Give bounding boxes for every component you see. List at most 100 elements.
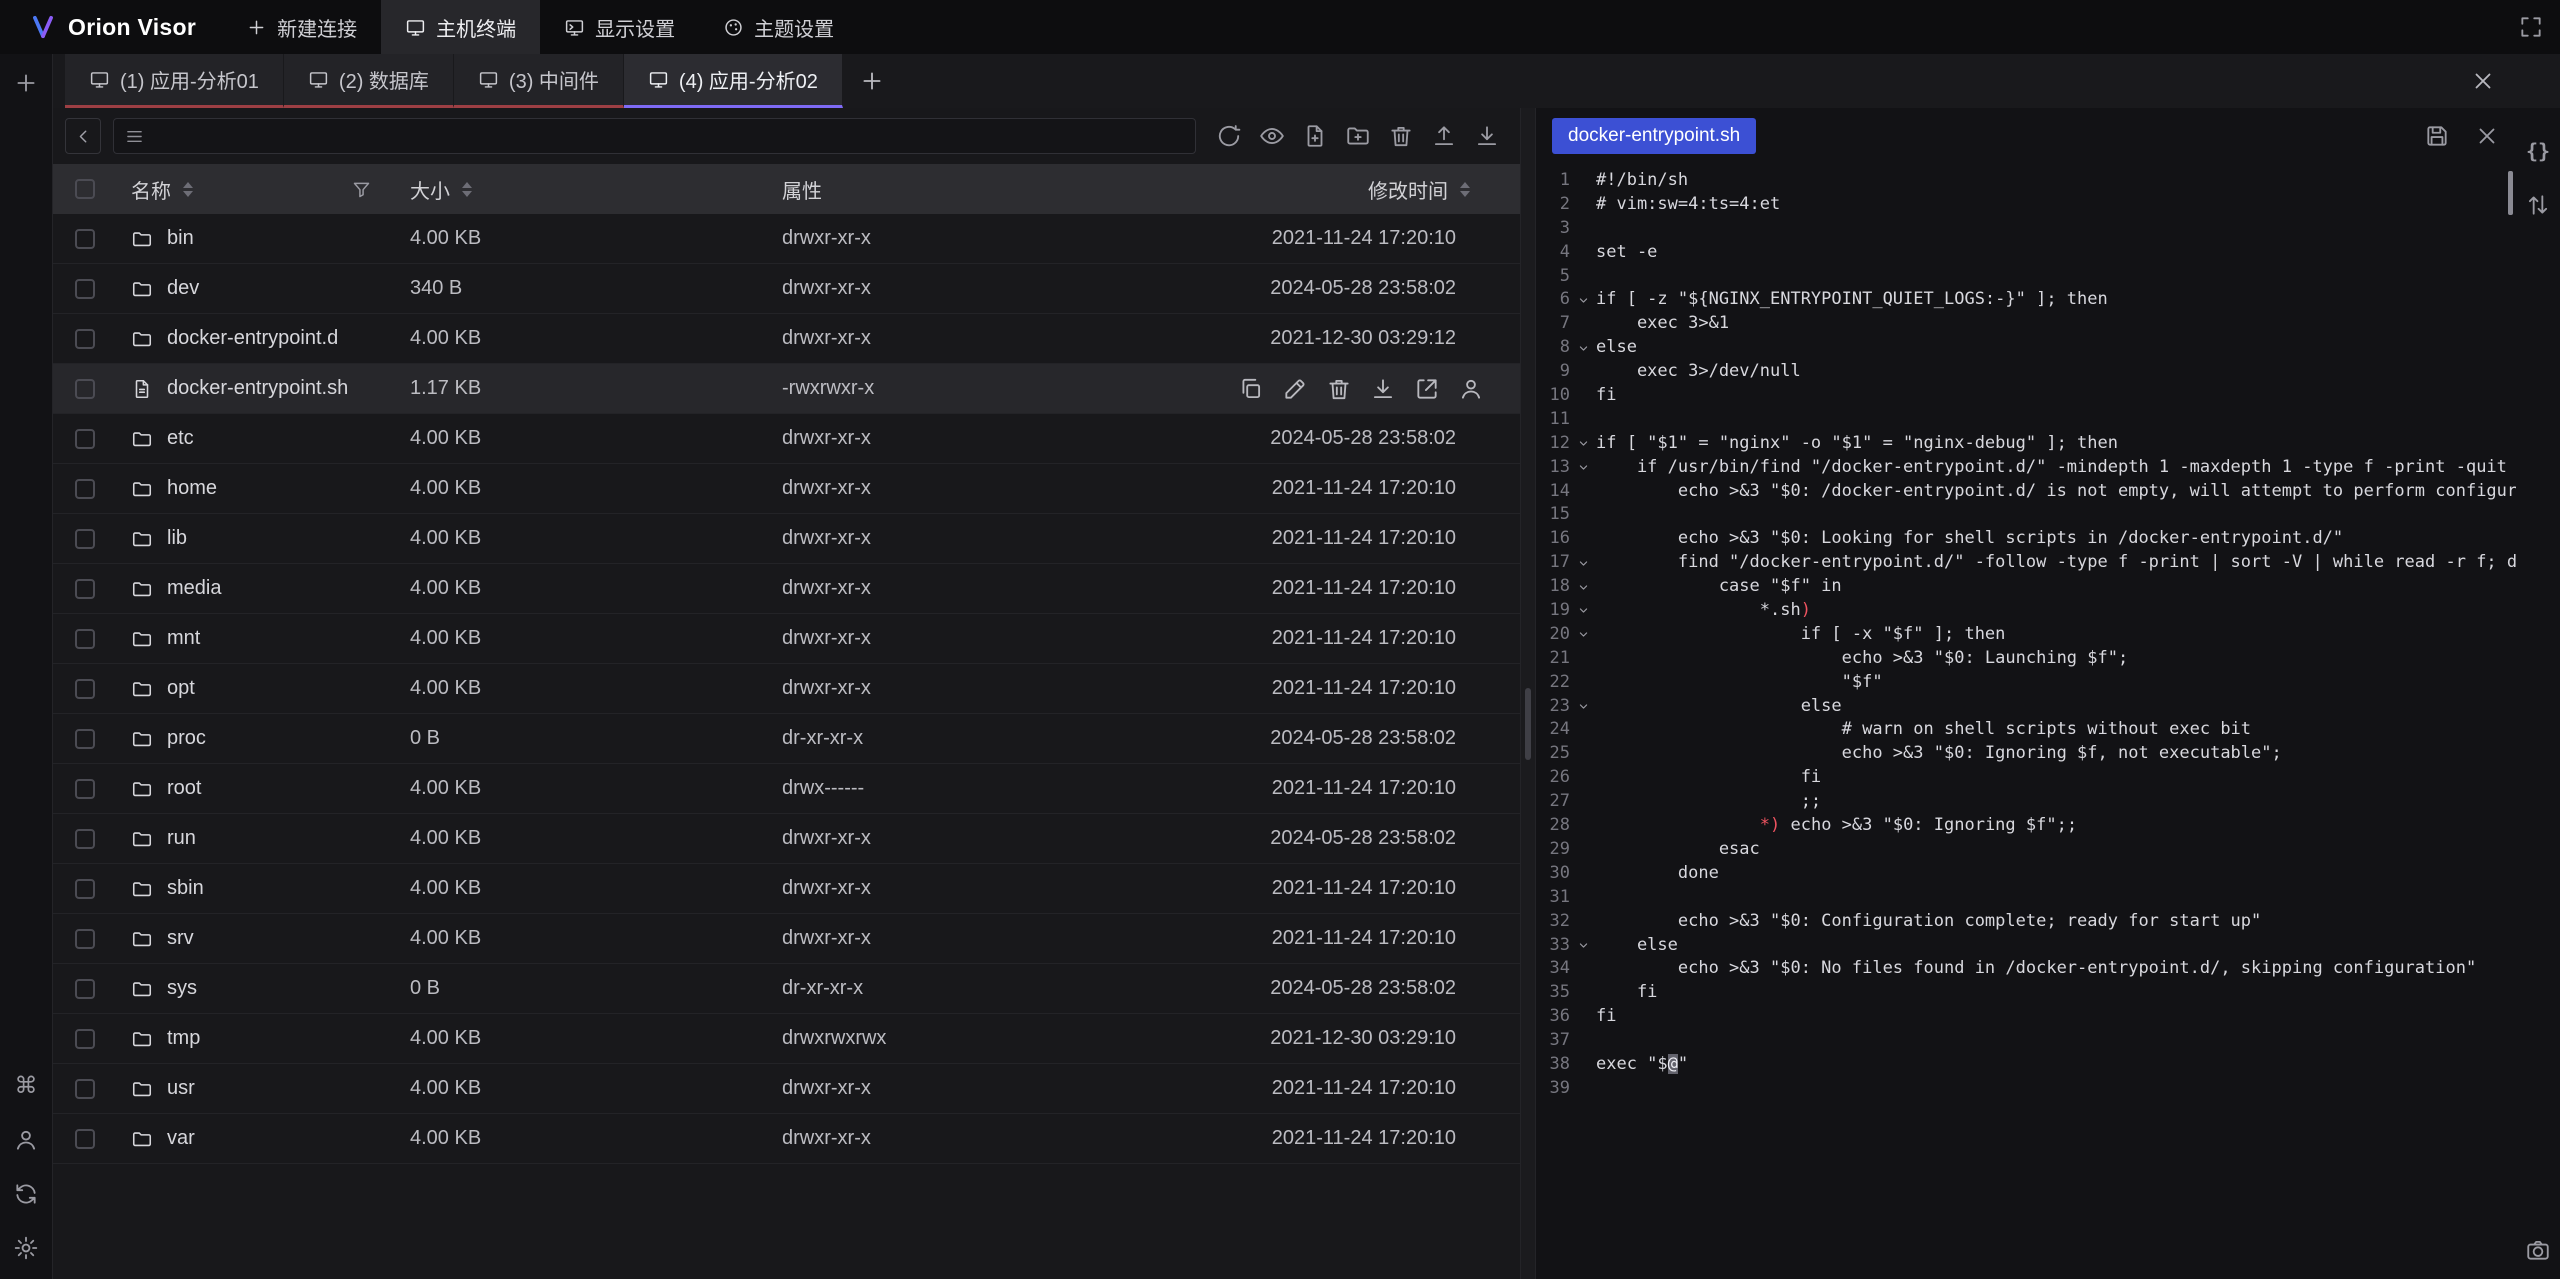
file-name[interactable]: mnt: [117, 627, 410, 650]
file-row[interactable]: run4.00 KBdrwxr-xr-x2024-05-28 23:58:02: [53, 814, 1520, 864]
file-name[interactable]: tmp: [117, 1027, 410, 1050]
row-checkbox[interactable]: [53, 779, 117, 799]
fold-chevron-icon[interactable]: [1570, 695, 1596, 719]
plus-icon[interactable]: [13, 70, 39, 96]
fold-chevron-icon[interactable]: [1570, 599, 1596, 623]
terminal-tab[interactable]: (1) 应用-分析01: [65, 54, 284, 108]
menu-item-display[interactable]: 显示设置: [540, 0, 699, 54]
row-checkbox[interactable]: [53, 679, 117, 699]
row-checkbox[interactable]: [53, 529, 117, 549]
row-checkbox[interactable]: [53, 1129, 117, 1149]
swap-icon[interactable]: [2525, 192, 2551, 218]
file-row[interactable]: dev340 Bdrwxr-xr-x2024-05-28 23:58:02: [53, 264, 1520, 314]
permission-icon[interactable]: [1458, 376, 1484, 402]
eye-icon[interactable]: [1259, 123, 1285, 149]
file-row[interactable]: sys0 Bdr-xr-xr-x2024-05-28 23:58:02: [53, 964, 1520, 1014]
edit-icon[interactable]: [1282, 376, 1308, 402]
row-checkbox[interactable]: [53, 729, 117, 749]
file-name[interactable]: home: [117, 477, 410, 500]
row-checkbox[interactable]: [53, 429, 117, 449]
path-box[interactable]: [113, 118, 1196, 154]
file-name[interactable]: var: [117, 1127, 410, 1150]
menu-item-plus[interactable]: 新建连接: [222, 0, 381, 54]
folder-plus-icon[interactable]: [1345, 123, 1371, 149]
file-name[interactable]: sys: [117, 977, 410, 1000]
file-row[interactable]: tmp4.00 KBdrwxrwxrwx2021-12-30 03:29:10: [53, 1014, 1520, 1064]
file-row[interactable]: docker-entrypoint.sh1.17 KB-rwxrwxr-x: [53, 364, 1520, 414]
command-icon[interactable]: ⌘: [13, 1073, 39, 1099]
file-row[interactable]: media4.00 KBdrwxr-xr-x2021-11-24 17:20:1…: [53, 564, 1520, 614]
save-icon[interactable]: [2424, 123, 2450, 149]
file-name[interactable]: docker-entrypoint.d: [117, 327, 410, 350]
download-icon[interactable]: [1370, 376, 1396, 402]
file-row[interactable]: sbin4.00 KBdrwxr-xr-x2021-11-24 17:20:10: [53, 864, 1520, 914]
editor-file-tab[interactable]: docker-entrypoint.sh: [1552, 118, 1756, 154]
refresh-icon[interactable]: [1216, 123, 1242, 149]
row-checkbox[interactable]: [53, 629, 117, 649]
menu-item-theme[interactable]: 主题设置: [699, 0, 858, 54]
row-checkbox[interactable]: [53, 1079, 117, 1099]
file-name[interactable]: etc: [117, 427, 410, 450]
file-row[interactable]: proc0 Bdr-xr-xr-x2024-05-28 23:58:02: [53, 714, 1520, 764]
camera-icon[interactable]: [2525, 1237, 2551, 1263]
file-row[interactable]: etc4.00 KBdrwxr-xr-x2024-05-28 23:58:02: [53, 414, 1520, 464]
back-button[interactable]: [65, 118, 101, 154]
row-checkbox[interactable]: [53, 979, 117, 999]
new-terminal-tab-button[interactable]: [859, 68, 885, 94]
file-name[interactable]: docker-entrypoint.sh: [117, 377, 410, 400]
row-checkbox[interactable]: [53, 279, 117, 299]
trash-icon[interactable]: [1326, 376, 1352, 402]
fullscreen-icon[interactable]: [2518, 14, 2544, 40]
fold-chevron-icon[interactable]: [1570, 575, 1596, 599]
file-row[interactable]: bin4.00 KBdrwxr-xr-x2021-11-24 17:20:10: [53, 214, 1520, 264]
row-checkbox[interactable]: [53, 879, 117, 899]
terminal-tab[interactable]: (4) 应用-分析02: [624, 54, 843, 108]
file-name[interactable]: bin: [117, 227, 410, 250]
filter-icon[interactable]: [351, 179, 372, 200]
file-name[interactable]: lib: [117, 527, 410, 550]
path-input[interactable]: [155, 124, 1185, 148]
panel-resize-handle[interactable]: [1520, 108, 1536, 1279]
fold-chevron-icon[interactable]: [1570, 432, 1596, 456]
file-row[interactable]: docker-entrypoint.d4.00 KBdrwxr-xr-x2021…: [53, 314, 1520, 364]
file-name[interactable]: run: [117, 827, 410, 850]
download-icon[interactable]: [1474, 123, 1500, 149]
file-name[interactable]: root: [117, 777, 410, 800]
file-row[interactable]: lib4.00 KBdrwxr-xr-x2021-11-24 17:20:10: [53, 514, 1520, 564]
checkbox[interactable]: [75, 179, 95, 199]
fold-chevron-icon[interactable]: [1570, 336, 1596, 360]
file-name[interactable]: srv: [117, 927, 410, 950]
row-checkbox[interactable]: [53, 479, 117, 499]
move-icon[interactable]: [1414, 376, 1440, 402]
file-row[interactable]: usr4.00 KBdrwxr-xr-x2021-11-24 17:20:10: [53, 1064, 1520, 1114]
resize-grip[interactable]: [1525, 688, 1531, 760]
header-checkbox[interactable]: [53, 179, 117, 199]
file-name[interactable]: opt: [117, 677, 410, 700]
row-checkbox[interactable]: [53, 829, 117, 849]
user-icon[interactable]: [13, 1127, 39, 1153]
file-name[interactable]: sbin: [117, 877, 410, 900]
gear-icon[interactable]: [13, 1235, 39, 1261]
sort-size-icon[interactable]: [462, 182, 472, 197]
close-editor-icon[interactable]: [2474, 123, 2500, 149]
close-panel-icon[interactable]: [2470, 68, 2496, 94]
sort-mtime-icon[interactable]: [1460, 182, 1470, 197]
col-name-label[interactable]: 名称: [131, 175, 171, 204]
file-name[interactable]: dev: [117, 277, 410, 300]
fold-chevron-icon[interactable]: [1570, 623, 1596, 647]
code-area[interactable]: 1#!/bin/sh2# vim:sw=4:ts=4:et34set -e56i…: [1536, 163, 2516, 1279]
fold-chevron-icon[interactable]: [1570, 456, 1596, 480]
file-row[interactable]: mnt4.00 KBdrwxr-xr-x2021-11-24 17:20:10: [53, 614, 1520, 664]
sort-name-icon[interactable]: [183, 182, 193, 197]
file-plus-icon[interactable]: [1302, 123, 1328, 149]
copy-icon[interactable]: [1238, 376, 1264, 402]
menu-item-terminal[interactable]: 主机终端: [381, 0, 540, 54]
file-row[interactable]: root4.00 KBdrwx------2021-11-24 17:20:10: [53, 764, 1520, 814]
row-checkbox[interactable]: [53, 379, 117, 399]
sync-icon[interactable]: [13, 1181, 39, 1207]
file-name[interactable]: media: [117, 577, 410, 600]
fold-chevron-icon[interactable]: [1570, 551, 1596, 575]
fold-chevron-icon[interactable]: [1570, 288, 1596, 312]
terminal-tab[interactable]: (3) 中间件: [454, 54, 624, 108]
file-row[interactable]: opt4.00 KBdrwxr-xr-x2021-11-24 17:20:10: [53, 664, 1520, 714]
